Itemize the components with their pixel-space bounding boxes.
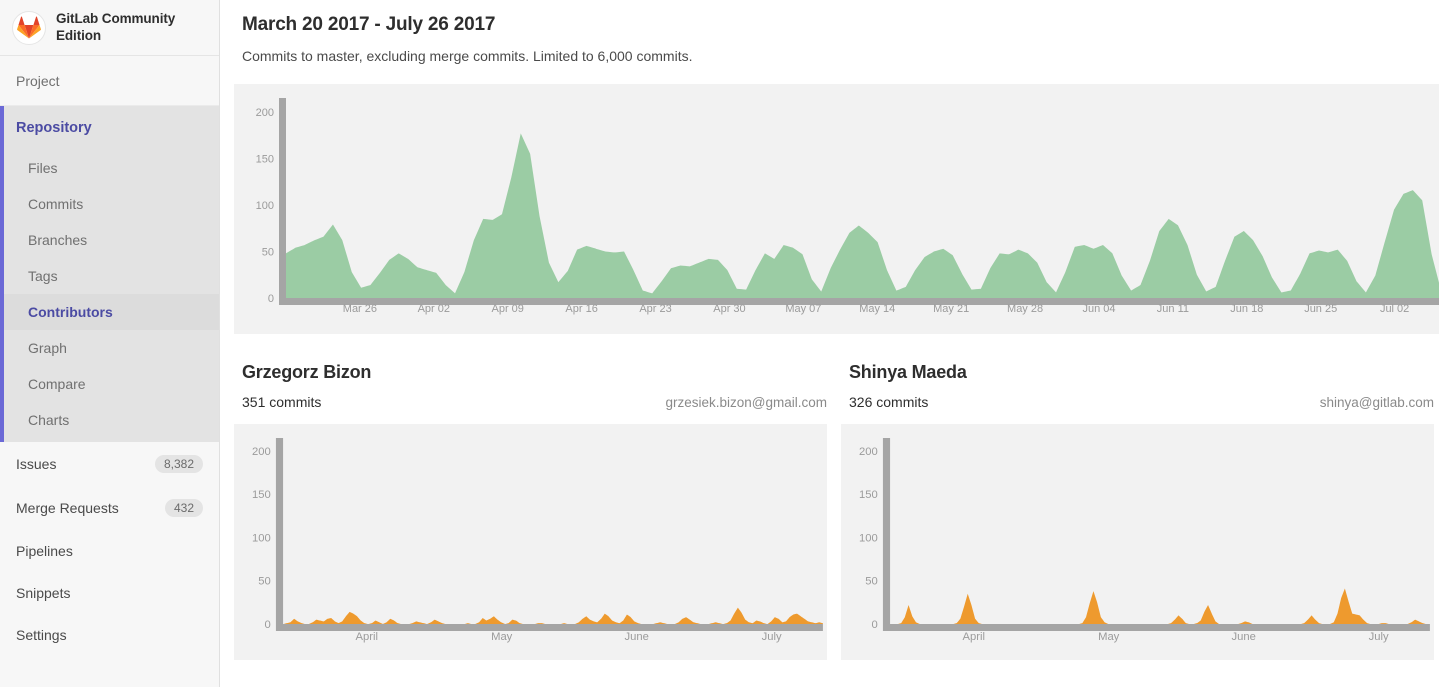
- contributor-card: Shinya Maeda 326 commits shinya@gitlab.c…: [841, 362, 1434, 660]
- sidebar-item-issues-badge: 8,382: [154, 455, 203, 473]
- svg-text:200: 200: [256, 107, 274, 119]
- sidebar-item-commits[interactable]: Commits: [4, 186, 219, 222]
- contributor-email: shinya@gitlab.com: [1319, 395, 1434, 410]
- svg-text:Jun 04: Jun 04: [1082, 303, 1115, 315]
- sidebar-item-pipelines[interactable]: Pipelines: [0, 530, 219, 572]
- sidebar-item-tags[interactable]: Tags: [4, 258, 219, 294]
- svg-text:100: 100: [256, 200, 274, 212]
- sidebar-item-charts[interactable]: Charts: [4, 402, 219, 438]
- sidebar-section-repository-title[interactable]: Repository: [4, 106, 219, 150]
- svg-text:50: 50: [865, 576, 877, 588]
- sidebar-brand-title: GitLab Community Edition: [56, 10, 176, 43]
- svg-text:July: July: [762, 631, 782, 643]
- svg-text:Jul 02: Jul 02: [1380, 303, 1409, 315]
- sidebar-item-snippets[interactable]: Snippets: [0, 572, 219, 614]
- sidebar: GitLab Community Edition Project Reposit…: [0, 0, 220, 687]
- sidebar-item-graph-label: Graph: [28, 340, 67, 356]
- contributor-commit-count: 326 commits: [849, 394, 929, 410]
- svg-text:Jun 11: Jun 11: [1157, 303, 1189, 315]
- svg-text:200: 200: [859, 446, 878, 458]
- gitlab-tanuki-icon: [12, 10, 46, 45]
- sidebar-item-settings-label: Settings: [16, 627, 67, 643]
- sidebar-item-graph[interactable]: Graph: [4, 330, 219, 366]
- svg-text:May 14: May 14: [859, 303, 895, 315]
- contributor-commits-chart[interactable]: 0 50 100 150 200 April May June July: [841, 424, 1434, 660]
- svg-text:100: 100: [252, 533, 271, 545]
- svg-text:April: April: [356, 631, 378, 643]
- sidebar-item-contributors-label: Contributors: [28, 304, 113, 320]
- svg-text:0: 0: [265, 619, 271, 631]
- svg-text:50: 50: [262, 246, 274, 258]
- contributor-card: Grzegorz Bizon 351 commits grzesiek.bizo…: [234, 362, 827, 660]
- sidebar-item-issues[interactable]: Issues 8,382: [0, 442, 219, 486]
- svg-text:50: 50: [258, 576, 270, 588]
- svg-text:200: 200: [252, 446, 271, 458]
- svg-text:100: 100: [859, 533, 878, 545]
- svg-text:Apr 30: Apr 30: [713, 303, 745, 315]
- main-content: March 20 2017 - July 26 2017 Commits to …: [220, 0, 1439, 687]
- svg-text:0: 0: [268, 293, 274, 305]
- sidebar-item-files[interactable]: Files: [4, 150, 219, 186]
- contributor-email: grzesiek.bizon@gmail.com: [665, 395, 827, 410]
- svg-text:Apr 23: Apr 23: [639, 303, 671, 315]
- svg-text:May 07: May 07: [785, 303, 821, 315]
- sidebar-item-compare[interactable]: Compare: [4, 366, 219, 402]
- sidebar-item-tags-label: Tags: [28, 268, 58, 284]
- sidebar-item-charts-label: Charts: [28, 412, 70, 428]
- sidebar-item-compare-label: Compare: [28, 376, 86, 392]
- sidebar-item-pipelines-label: Pipelines: [16, 543, 73, 559]
- svg-text:June: June: [1231, 631, 1255, 643]
- sidebar-item-contributors[interactable]: Contributors: [4, 294, 219, 330]
- svg-text:May 28: May 28: [1007, 303, 1043, 315]
- svg-text:150: 150: [859, 489, 878, 501]
- contributor-name: Shinya Maeda: [849, 362, 967, 382]
- svg-text:150: 150: [252, 489, 271, 501]
- contributor-chart-panel: 0 50 100 150 200 April May June July: [841, 424, 1434, 660]
- contributor-chart-panel: 0 50 100 150 200 April May June July: [234, 424, 827, 660]
- contributors-list: Grzegorz Bizon 351 commits grzesiek.bizo…: [234, 362, 1439, 660]
- svg-text:Mar 26: Mar 26: [343, 303, 377, 315]
- svg-text:Apr 16: Apr 16: [565, 303, 597, 315]
- contributor-name: Grzegorz Bizon: [242, 362, 372, 382]
- page-subtitle: Commits to master, excluding merge commi…: [242, 48, 693, 64]
- sidebar-item-issues-label: Issues: [16, 456, 57, 472]
- master-commits-chart[interactable]: 0 50 100 150 200 Mar 26 Apr 02 Apr 09 Apr 16 Apr …: [234, 84, 1439, 334]
- master-commits-chart-panel: 0 50 100 150 200 Mar 26 Apr 02 Apr 09 Apr 16 Apr …: [234, 84, 1439, 334]
- svg-text:Jun 18: Jun 18: [1230, 303, 1263, 315]
- sidebar-item-branches[interactable]: Branches: [4, 222, 219, 258]
- sidebar-item-files-label: Files: [28, 160, 58, 176]
- contributor-meta: 351 commits grzesiek.bizon@gmail.com: [234, 394, 827, 410]
- contributor-commits-chart[interactable]: 0 50 100 150 200 April May June July: [234, 424, 827, 660]
- contributor-commit-count: 351 commits: [242, 394, 322, 410]
- sidebar-item-project[interactable]: Project: [0, 56, 219, 106]
- sidebar-item-merge-requests-badge: 432: [164, 499, 203, 517]
- sidebar-item-settings[interactable]: Settings: [0, 614, 219, 656]
- svg-text:150: 150: [256, 153, 274, 165]
- contributor-meta: 326 commits shinya@gitlab.com: [841, 394, 1434, 410]
- svg-text:April: April: [963, 631, 985, 643]
- svg-text:July: July: [1369, 631, 1389, 643]
- svg-text:Apr 02: Apr 02: [418, 303, 450, 315]
- sidebar-item-merge-requests[interactable]: Merge Requests 432: [0, 486, 219, 530]
- page-title: March 20 2017 - July 26 2017: [242, 14, 496, 35]
- sidebar-section-repository: Repository Files Commits Branches Tags C…: [0, 106, 219, 442]
- svg-text:Apr 09: Apr 09: [492, 303, 524, 315]
- svg-text:May 21: May 21: [933, 303, 969, 315]
- sidebar-item-branches-label: Branches: [28, 232, 88, 248]
- svg-text:0: 0: [872, 619, 878, 631]
- sidebar-item-commits-label: Commits: [28, 196, 84, 212]
- sidebar-item-merge-requests-label: Merge Requests: [16, 500, 119, 516]
- sidebar-item-snippets-label: Snippets: [16, 585, 71, 601]
- sidebar-item-project-label: Project: [16, 72, 60, 89]
- svg-text:Jun 25: Jun 25: [1304, 303, 1337, 315]
- svg-text:May: May: [1098, 631, 1120, 643]
- svg-text:May: May: [491, 631, 513, 643]
- sidebar-brand[interactable]: GitLab Community Edition: [0, 0, 219, 56]
- svg-text:June: June: [624, 631, 648, 643]
